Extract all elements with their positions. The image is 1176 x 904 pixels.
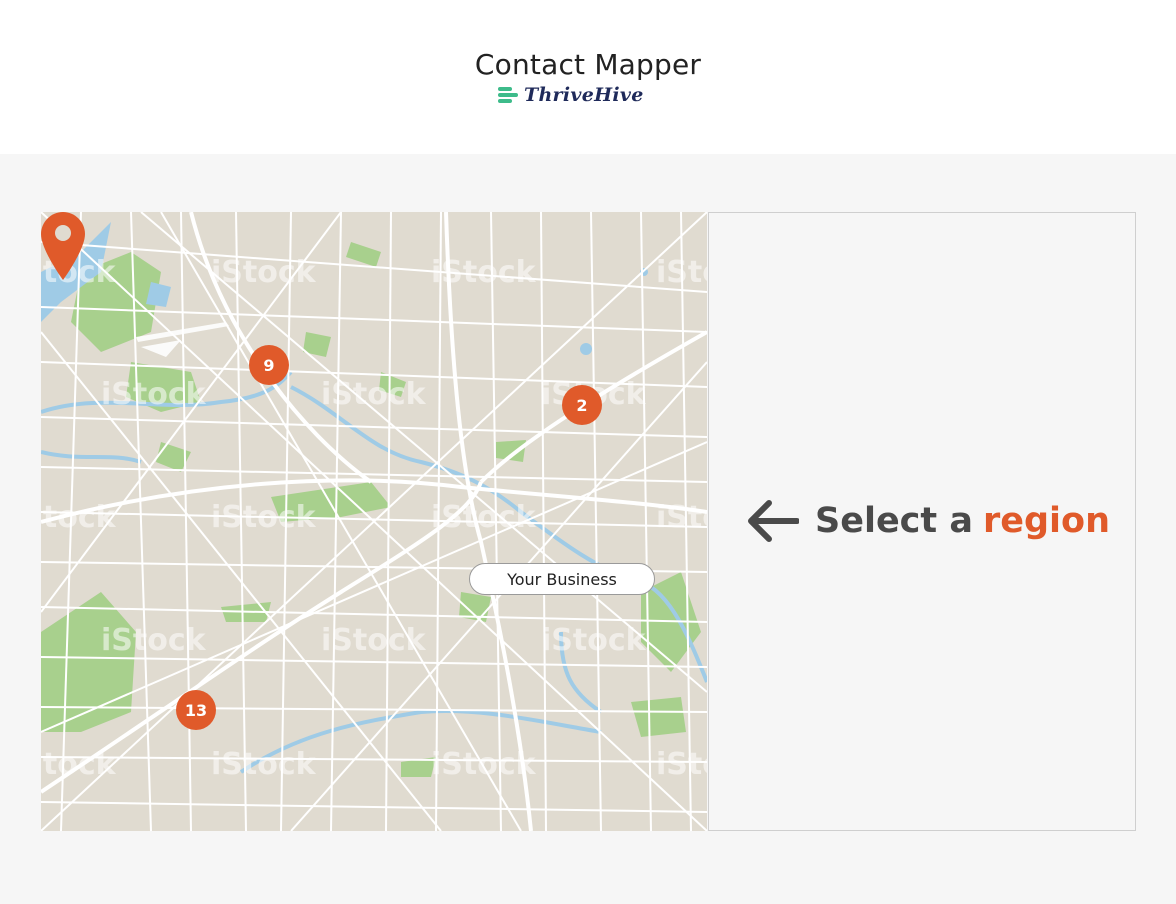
- map-background: iStock iStock iStock iStock iStock iStoc…: [41, 212, 707, 831]
- business-label: Your Business: [469, 563, 655, 595]
- cluster-marker[interactable]: 9: [249, 345, 289, 385]
- watermark: iStock: [211, 747, 317, 782]
- brand-name: ThriveHive: [524, 84, 644, 106]
- watermark: iStock: [41, 747, 117, 782]
- select-region-prompt: Select a region: [747, 499, 1110, 543]
- watermark: iStock: [41, 500, 117, 535]
- watermark: iStock: [656, 500, 707, 535]
- cluster-marker[interactable]: 2: [562, 385, 602, 425]
- watermark: iStock: [431, 747, 537, 782]
- thrivehive-logo-icon: [498, 87, 518, 103]
- watermark: iStock: [656, 255, 707, 290]
- page-title: Contact Mapper: [474, 48, 702, 81]
- prompt-text: Select a: [815, 501, 973, 541]
- brand: ThriveHive: [498, 84, 658, 106]
- watermark: iStock: [541, 623, 647, 658]
- cluster-marker[interactable]: 13: [176, 690, 216, 730]
- watermark: iStock: [656, 747, 707, 782]
- watermark: iStock: [431, 255, 537, 290]
- watermark: iStock: [211, 255, 317, 290]
- arrow-left-icon: [748, 500, 799, 542]
- region-panel: Select a region: [708, 212, 1136, 831]
- watermark: iStock: [321, 377, 427, 412]
- city-map[interactable]: iStock iStock iStock iStock iStock iStoc…: [41, 212, 707, 831]
- watermark: iStock: [101, 623, 207, 658]
- map-pin-icon[interactable]: [41, 212, 85, 280]
- prompt-highlight: region: [982, 501, 1110, 541]
- watermark: iStock: [101, 377, 207, 412]
- watermark: iStock: [321, 623, 427, 658]
- watermark: iStock: [211, 500, 317, 535]
- app-header: Contact Mapper ThriveHive: [0, 0, 1176, 154]
- watermark: iStock: [431, 500, 537, 535]
